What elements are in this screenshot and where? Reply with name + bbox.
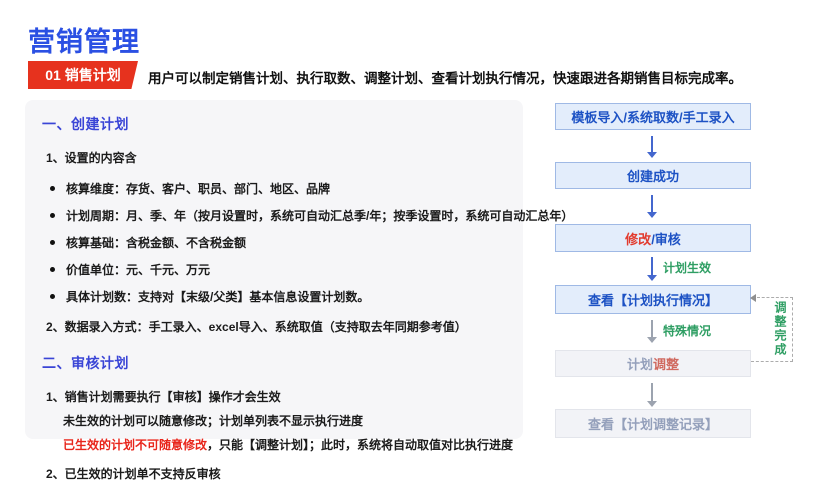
bullet-icon xyxy=(50,267,55,272)
content-panel: 一、创建计划 1、设置的内容含 核算维度：存货、客户、职员、部门、地区、品牌 计… xyxy=(25,100,523,439)
bullet-icon xyxy=(50,186,55,191)
flow-box-modify-audit: 修改/审核 xyxy=(555,224,751,252)
flow-box-created: 创建成功 xyxy=(555,162,751,189)
bullet-text: 具体计划数：支持对【末级/父类】基本信息设置计划数。 xyxy=(66,288,369,305)
flow-label-effective: 计划生效 xyxy=(663,259,711,276)
flow-box-view-execution: 查看【计划执行情况】 xyxy=(555,285,751,314)
section1-heading: 一、创建计划 xyxy=(42,114,507,134)
bullet-text: 价值单位：元、千元、万元 xyxy=(66,261,210,278)
flow-arrow-shaft xyxy=(651,383,653,401)
flow-arrow-shaft xyxy=(651,136,653,152)
warning-text: 已生效的计划不可随意修改 xyxy=(63,438,207,452)
bullet-text: 计划周期：月、季、年（按月设置时，系统可自动汇总季/年；按季设置时，系统可自动汇… xyxy=(66,207,573,224)
flow-arrow-shaft xyxy=(651,195,653,212)
section1-item2: 2、数据录入方式：手工录入、excel导入、系统取值（支持取去年同期参考值） xyxy=(42,318,507,335)
bullet-text: 核算维度：存货、客户、职员、部门、地区、品牌 xyxy=(66,180,330,197)
bullet-text: 核算基础：含税金额、不含税金额 xyxy=(66,234,246,251)
list-item: 核算维度：存货、客户、职员、部门、地区、品牌 xyxy=(42,180,507,197)
feedback-label-adjust-done: 调整完成 xyxy=(772,301,789,357)
section1-item1: 1、设置的内容含 xyxy=(42,149,507,166)
flow-arrow-shaft xyxy=(651,257,653,275)
flow-arrow-shaft xyxy=(651,320,653,337)
bullet-icon xyxy=(50,240,55,245)
list-item: 价值单位：元、千元、万元 xyxy=(42,261,507,278)
flow-box3-audit: /审核 xyxy=(651,229,681,248)
flow-box-view-adjust-records: 查看【计划调整记录】 xyxy=(555,409,751,438)
flow-box-plan-adjust: 计划调整 xyxy=(555,350,751,377)
bullet-icon xyxy=(50,294,55,299)
flow-box3-modify: 修改 xyxy=(625,229,651,248)
arrow-down-icon xyxy=(647,212,657,218)
section2-line3: 已生效的计划不可随意修改，只能【调整计划】；此时，系统将自动取值对比执行进度 xyxy=(42,436,507,453)
bullet-icon xyxy=(50,213,55,218)
feedback-dash-bottom xyxy=(751,361,793,362)
list-item: 核算基础：含税金额、不含税金额 xyxy=(42,234,507,251)
list-item: 具体计划数：支持对【末级/父类】基本信息设置计划数。 xyxy=(42,288,507,305)
flow-box5-plan: 计划 xyxy=(627,354,653,373)
section-description: 用户可以制定销售计划、执行取数、调整计划、查看计划执行情况，快速跟进各期销售目标… xyxy=(148,67,808,87)
flow-label-special-case: 特殊情况 xyxy=(663,322,711,339)
section2-line3-rest: ，只能【调整计划】；此时，系统将自动取值对比执行进度 xyxy=(207,438,513,452)
arrow-down-icon xyxy=(647,337,657,343)
flow-box-data-entry: 模板导入/系统取数/手工录入 xyxy=(555,103,751,130)
section2-line4: 2、已生效的计划单不支持反审核 xyxy=(42,465,507,482)
arrow-left-icon xyxy=(750,294,756,302)
section2-heading: 二、审核计划 xyxy=(42,353,507,373)
arrow-down-icon xyxy=(647,275,657,281)
feedback-dash-top xyxy=(757,297,793,298)
flow-box5-adjust: 调整 xyxy=(653,354,679,373)
feedback-dash-right xyxy=(792,297,793,362)
section2-line1: 1、销售计划需要执行【审核】操作才会生效 xyxy=(42,388,507,405)
list-item: 计划周期：月、季、年（按月设置时，系统可自动汇总季/年；按季设置时，系统可自动汇… xyxy=(42,207,507,224)
page-title: 营销管理 xyxy=(28,20,140,59)
section2-line2: 未生效的计划可以随意修改；计划单列表不显示执行进度 xyxy=(42,412,507,429)
arrow-down-icon xyxy=(647,401,657,407)
arrow-down-icon xyxy=(647,152,657,158)
section-number-badge: 01 销售计划 xyxy=(28,61,138,89)
